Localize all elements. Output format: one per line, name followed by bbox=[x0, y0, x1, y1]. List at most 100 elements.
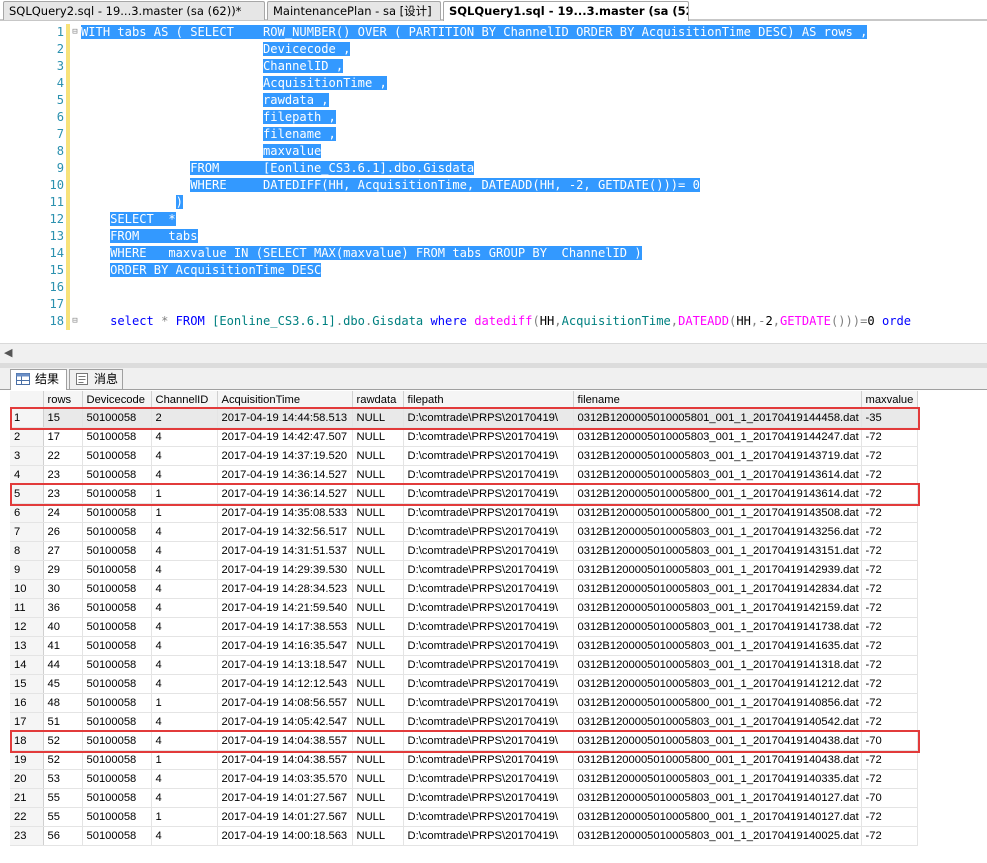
table-cell[interactable]: 0312B1200005010005803_001_1_201704191416… bbox=[573, 636, 862, 656]
table-cell[interactable]: NULL bbox=[352, 446, 404, 466]
table-cell[interactable]: 50100058 bbox=[82, 769, 152, 789]
table-cell[interactable]: D:\comtrade\PRPS\20170419\ bbox=[403, 788, 574, 808]
table-row[interactable]: 3 22 50100058 4 2017-04-19 14:37:19.520 NULL D… bbox=[10, 446, 918, 466]
table-cell[interactable]: NULL bbox=[352, 636, 404, 656]
table-row[interactable]: 6 24 50100058 1 2017-04-19 14:35:08.533 NULL D… bbox=[10, 503, 918, 523]
table-cell[interactable]: 50100058 bbox=[82, 636, 152, 656]
table-cell[interactable]: 36 bbox=[43, 598, 83, 618]
table-cell[interactable]: 1 bbox=[151, 807, 218, 827]
table-cell[interactable]: 44 bbox=[43, 655, 83, 675]
table-row[interactable]: 1 15 50100058 2 2017-04-19 14:44:58.513 NULL D… bbox=[10, 408, 918, 428]
table-cell[interactable]: -72 bbox=[861, 674, 918, 694]
code-line[interactable]: 6 filepath , bbox=[0, 109, 987, 126]
table-cell[interactable]: 2017-04-19 14:04:38.557 bbox=[217, 731, 353, 751]
table-cell[interactable]: D:\comtrade\PRPS\20170419\ bbox=[403, 617, 574, 637]
code-line[interactable]: 12 SELECT * bbox=[0, 211, 987, 228]
column-header-filepath[interactable]: filepath bbox=[403, 391, 574, 409]
table-cell[interactable]: 50100058 bbox=[82, 731, 152, 751]
tab-results[interactable]: 结果 bbox=[10, 369, 67, 390]
table-cell[interactable]: 2017-04-19 14:04:38.557 bbox=[217, 750, 353, 770]
table-cell[interactable]: -72 bbox=[861, 750, 918, 770]
row-number-cell[interactable]: 5 bbox=[10, 484, 44, 504]
table-cell[interactable]: 50100058 bbox=[82, 446, 152, 466]
table-cell[interactable]: 0312B1200005010005800_001_1_201704191401… bbox=[573, 807, 862, 827]
table-cell[interactable]: 51 bbox=[43, 712, 83, 732]
table-cell[interactable]: 0312B1200005010005803_001_1_201704191421… bbox=[573, 598, 862, 618]
table-cell[interactable]: NULL bbox=[352, 712, 404, 732]
table-cell[interactable]: 2017-04-19 14:36:14.527 bbox=[217, 484, 353, 504]
table-row[interactable]: 21 55 50100058 4 2017-04-19 14:01:27.567 NULL… bbox=[10, 788, 918, 808]
table-cell[interactable]: D:\comtrade\PRPS\20170419\ bbox=[403, 712, 574, 732]
table-cell[interactable]: 50100058 bbox=[82, 484, 152, 504]
table-cell[interactable]: D:\comtrade\PRPS\20170419\ bbox=[403, 465, 574, 485]
table-row[interactable]: 20 53 50100058 4 2017-04-19 14:03:35.570 NULL… bbox=[10, 769, 918, 789]
table-cell[interactable]: 53 bbox=[43, 769, 83, 789]
row-number-cell[interactable]: 22 bbox=[10, 807, 44, 827]
table-cell[interactable]: D:\comtrade\PRPS\20170419\ bbox=[403, 826, 574, 846]
table-row[interactable]: 4 23 50100058 4 2017-04-19 14:36:14.527 NULL D… bbox=[10, 465, 918, 485]
table-cell[interactable]: 4 bbox=[151, 522, 218, 542]
table-cell[interactable]: 50100058 bbox=[82, 560, 152, 580]
table-cell[interactable]: 4 bbox=[151, 598, 218, 618]
table-row[interactable]: 9 29 50100058 4 2017-04-19 14:29:39.530 NULL D… bbox=[10, 560, 918, 580]
table-cell[interactable]: 50100058 bbox=[82, 807, 152, 827]
table-cell[interactable]: 45 bbox=[43, 674, 83, 694]
table-cell[interactable]: -70 bbox=[861, 731, 918, 751]
table-cell[interactable]: 0312B1200005010005803_001_1_201704191436… bbox=[573, 465, 862, 485]
row-number-cell[interactable]: 14 bbox=[10, 655, 44, 675]
table-row[interactable]: 15 45 50100058 4 2017-04-19 14:12:12.543 NULL… bbox=[10, 674, 918, 694]
table-cell[interactable]: 0312B1200005010005803_001_1_201704191405… bbox=[573, 712, 862, 732]
table-cell[interactable]: D:\comtrade\PRPS\20170419\ bbox=[403, 750, 574, 770]
grid-corner-header[interactable] bbox=[10, 391, 44, 409]
table-cell[interactable]: 0312B1200005010005800_001_1_201704191435… bbox=[573, 503, 862, 523]
table-cell[interactable]: NULL bbox=[352, 427, 404, 447]
row-number-cell[interactable]: 19 bbox=[10, 750, 44, 770]
table-cell[interactable]: -72 bbox=[861, 541, 918, 561]
table-cell[interactable]: -72 bbox=[861, 427, 918, 447]
scroll-left-arrow-icon[interactable]: ◀ bbox=[4, 346, 12, 359]
table-cell[interactable]: 48 bbox=[43, 693, 83, 713]
table-cell[interactable]: 50100058 bbox=[82, 598, 152, 618]
code-line[interactable]: 8 maxvalue bbox=[0, 143, 987, 160]
row-number-cell[interactable]: 13 bbox=[10, 636, 44, 656]
row-number-cell[interactable]: 16 bbox=[10, 693, 44, 713]
code-line[interactable]: 15 ORDER BY AcquisitionTime DESC bbox=[0, 262, 987, 279]
table-cell[interactable]: 2017-04-19 14:21:59.540 bbox=[217, 598, 353, 618]
table-cell[interactable]: NULL bbox=[352, 788, 404, 808]
table-cell[interactable]: -72 bbox=[861, 503, 918, 523]
table-cell[interactable]: D:\comtrade\PRPS\20170419\ bbox=[403, 408, 574, 428]
table-cell[interactable]: 0312B1200005010005803_001_1_201704191413… bbox=[573, 655, 862, 675]
row-number-cell[interactable]: 18 bbox=[10, 731, 44, 751]
table-cell[interactable]: 2017-04-19 14:28:34.523 bbox=[217, 579, 353, 599]
table-cell[interactable]: 4 bbox=[151, 674, 218, 694]
table-cell[interactable]: 4 bbox=[151, 560, 218, 580]
code-line[interactable]: 4 AcquisitionTime , bbox=[0, 75, 987, 92]
column-header-devicecode[interactable]: Devicecode bbox=[82, 391, 152, 409]
table-cell[interactable]: D:\comtrade\PRPS\20170419\ bbox=[403, 446, 574, 466]
table-cell[interactable]: 50100058 bbox=[82, 617, 152, 637]
table-cell[interactable]: NULL bbox=[352, 693, 404, 713]
table-cell[interactable]: NULL bbox=[352, 522, 404, 542]
row-number-cell[interactable]: 11 bbox=[10, 598, 44, 618]
table-cell[interactable]: 50100058 bbox=[82, 503, 152, 523]
table-cell[interactable]: D:\comtrade\PRPS\20170419\ bbox=[403, 522, 574, 542]
results-grid[interactable]: rows Devicecode ChannelID AcquisitionTime ra… bbox=[0, 390, 987, 863]
table-cell[interactable]: NULL bbox=[352, 484, 404, 504]
table-cell[interactable]: 26 bbox=[43, 522, 83, 542]
code-line[interactable]: 17 bbox=[0, 296, 987, 313]
table-cell[interactable]: 4 bbox=[151, 788, 218, 808]
table-cell[interactable]: 4 bbox=[151, 655, 218, 675]
table-cell[interactable]: 2017-04-19 14:35:08.533 bbox=[217, 503, 353, 523]
row-number-cell[interactable]: 15 bbox=[10, 674, 44, 694]
row-number-cell[interactable]: 17 bbox=[10, 712, 44, 732]
table-cell[interactable]: 0312B1200005010005803_001_1_201704191412… bbox=[573, 674, 862, 694]
table-cell[interactable]: 4 bbox=[151, 446, 218, 466]
table-cell[interactable]: NULL bbox=[352, 617, 404, 637]
code-line[interactable]: 11 ) bbox=[0, 194, 987, 211]
table-cell[interactable]: -35 bbox=[861, 408, 918, 428]
fold-toggle-icon[interactable]: ⊟ bbox=[70, 313, 80, 330]
code-line[interactable]: 10 WHERE DATEDIFF(HH, AcquisitionTime, D… bbox=[0, 177, 987, 194]
tab-maintenance-plan[interactable]: MaintenancePlan - sa [设计] bbox=[267, 1, 441, 20]
row-number-cell[interactable]: 8 bbox=[10, 541, 44, 561]
table-cell[interactable]: 0312B1200005010005800_001_1_201704191404… bbox=[573, 750, 862, 770]
